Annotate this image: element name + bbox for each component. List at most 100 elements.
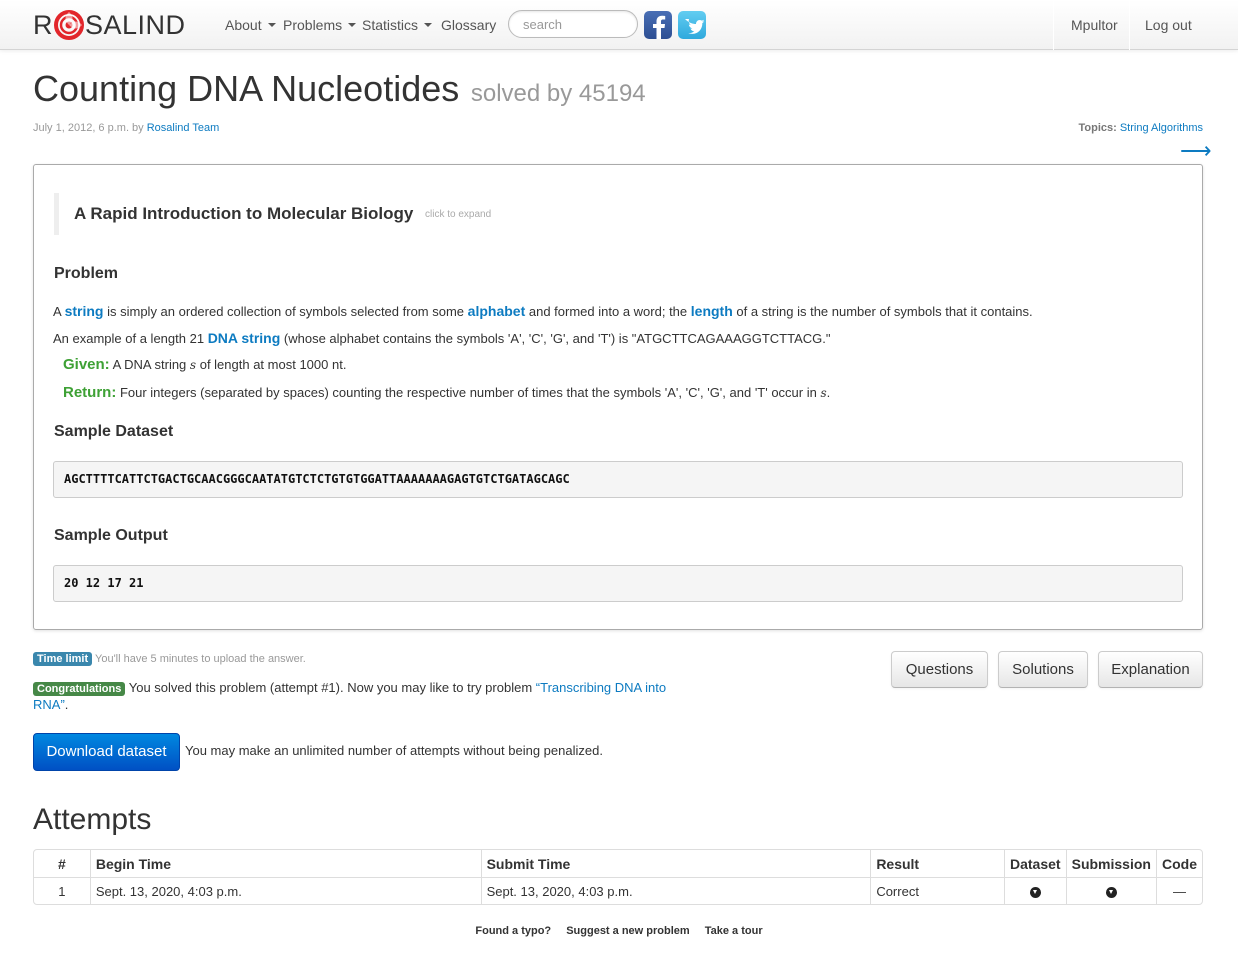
questions-button[interactable]: Questions <box>891 651 988 688</box>
glossary-link-alphabet[interactable]: alphabet <box>468 303 526 319</box>
nav-statistics[interactable]: Statistics <box>362 17 433 33</box>
attempt-begin-time: Sept. 13, 2020, 4:03 p.m. <box>89 877 481 904</box>
topic-link-string-algorithms[interactable]: String Algorithms <box>1120 122 1203 134</box>
intro-title: A Rapid Introduction to Molecular Biolog… <box>74 204 414 223</box>
footer: Found a typo? Suggest a new problem Take… <box>0 925 1238 937</box>
user-menu[interactable]: Mpultor <box>1071 17 1118 33</box>
chevron-down-icon <box>424 23 433 27</box>
user-name: Mpultor <box>1071 17 1118 33</box>
glossary-link-length[interactable]: length <box>691 303 733 319</box>
download-dataset-icon[interactable] <box>1029 886 1041 898</box>
congrats-badge: Congratulations <box>33 682 126 696</box>
problem-paragraph-1: A string is simply an ordered collection… <box>53 303 1033 319</box>
text: An example of a length 21 <box>53 331 205 346</box>
glossary-link-string[interactable]: string <box>65 303 104 319</box>
nav-glossary-label: Glossary <box>441 17 497 33</box>
attempts-table: # Begin Time Submit Time Result Dataset … <box>33 849 1203 905</box>
given-label: Given: <box>63 356 110 373</box>
text: of length at most 1000 nt. <box>199 357 347 372</box>
topics-label: Topics: <box>1078 122 1117 134</box>
table-row: 1 Sept. 13, 2020, 4:03 p.m. Sept. 13, 20… <box>34 877 1202 904</box>
sample-dataset: AGCTTTTCATTCTGACTGCAACGGGCAATATGTCTCTGTG… <box>53 461 1183 498</box>
text: . <box>826 385 831 400</box>
col-number: # <box>58 855 66 872</box>
sample-output-heading: Sample Output <box>54 527 168 544</box>
footer-link-typo[interactable]: Found a typo? <box>475 925 551 937</box>
attempts-note: You may make an unlimited number of atte… <box>185 743 603 758</box>
given-line: Given: A DNA string s of length at most … <box>63 356 346 373</box>
page-title-row: Counting DNA Nucleotides solved by 45194 <box>33 68 646 110</box>
attempt-result: Correct <box>870 877 1004 904</box>
sample-dataset-heading: Sample Dataset <box>54 423 174 440</box>
dataset-download-cell <box>1004 877 1066 904</box>
congrats-text: You solved this problem (attempt #1). No… <box>128 680 533 695</box>
nav-divider <box>1129 0 1130 50</box>
text: (whose alphabet contains the symbols 'A'… <box>283 331 831 346</box>
nav-problems[interactable]: Problems <box>283 17 357 33</box>
download-dataset-button[interactable]: Download dataset <box>33 733 180 771</box>
topics: Topics: String Algorithms <box>1078 122 1203 134</box>
attempt-code: — <box>1156 877 1202 904</box>
submission-download-cell <box>1065 877 1156 904</box>
brand-letter-r: R <box>33 9 53 40</box>
chevron-down-icon <box>348 23 357 27</box>
col-dataset: Dataset <box>1004 850 1066 877</box>
download-submission-icon[interactable] <box>1105 886 1117 898</box>
footer-link-suggest-problem[interactable]: Suggest a new problem <box>566 925 689 937</box>
brand-wordmark: SALIND <box>85 9 186 40</box>
problem-paragraph-2: An example of a length 21 DNA string (wh… <box>53 330 831 346</box>
attempt-submit-time: Sept. 13, 2020, 4:03 p.m. <box>480 877 871 904</box>
time-limit-row: Time limit You'll have 5 minutes to uplo… <box>33 652 306 666</box>
nav-statistics-label: Statistics <box>362 17 419 33</box>
text: A <box>53 304 61 319</box>
table-header-row: # Begin Time Submit Time Result Dataset … <box>34 850 1202 877</box>
next-problem-arrow-icon[interactable]: ⟶ <box>1180 140 1212 162</box>
nav-about[interactable]: About <box>225 17 276 33</box>
problem-box: A Rapid Introduction to Molecular Biolog… <box>33 164 1203 630</box>
problem-meta: July 1, 2012, 6 p.m. by Rosalind Team <box>33 122 219 134</box>
intro-expander[interactable]: A Rapid Introduction to Molecular Biolog… <box>54 193 491 235</box>
math-variable: s <box>189 358 197 372</box>
solved-count: solved by 45194 <box>470 80 646 107</box>
nav-about-label: About <box>225 17 262 33</box>
rosalind-logo[interactable]: R SALIND <box>33 8 186 42</box>
rosalind-rose-icon <box>54 10 84 40</box>
col-code: Code <box>1156 850 1202 877</box>
attempts-heading: Attempts <box>33 803 152 836</box>
nav-glossary[interactable]: Glossary <box>441 17 496 33</box>
text: Four integers (separated by spaces) coun… <box>119 385 817 400</box>
logout-label: Log out <box>1145 17 1192 33</box>
text: and formed into a word; the <box>528 304 688 319</box>
col-submission: Submission <box>1065 850 1156 877</box>
twitter-icon[interactable] <box>678 11 706 39</box>
glossary-link-dna-string[interactable]: DNA string <box>208 330 281 346</box>
explanation-button[interactable]: Explanation <box>1098 651 1203 688</box>
text: . <box>64 697 69 712</box>
nav-divider <box>1053 0 1054 50</box>
nav-problems-label: Problems <box>283 17 343 33</box>
problem-heading: Problem <box>54 265 119 282</box>
page-title: Counting DNA Nucleotides <box>33 68 460 109</box>
col-submit-time: Submit Time <box>480 850 871 877</box>
congrats-row: Congratulations You solved this problem … <box>33 679 693 713</box>
col-begin-time: Begin Time <box>89 850 481 877</box>
footer-link-take-tour[interactable]: Take a tour <box>705 925 763 937</box>
top-navbar: R SALIND About Problems Statistics Gloss… <box>0 0 1238 50</box>
time-limit-text: You'll have 5 minutes to upload the answ… <box>95 653 306 665</box>
text: A DNA string <box>112 357 187 372</box>
logout-link[interactable]: Log out <box>1145 17 1192 33</box>
col-result: Result <box>870 850 1004 877</box>
text: is simply an ordered collection of symbo… <box>107 304 465 319</box>
search-input[interactable] <box>508 10 638 38</box>
solutions-button[interactable]: Solutions <box>998 651 1088 688</box>
publish-date: July 1, 2012, 6 p.m. by <box>33 122 144 134</box>
attempt-number: 1 <box>34 877 90 904</box>
return-label: Return: <box>63 384 117 401</box>
time-limit-badge: Time limit <box>33 652 93 666</box>
chevron-down-icon <box>267 23 276 27</box>
author-link[interactable]: Rosalind Team <box>147 122 220 134</box>
return-line: Return: Four integers (separated by spac… <box>63 384 830 401</box>
intro-hint: click to expand <box>425 209 492 221</box>
facebook-icon[interactable] <box>644 11 672 40</box>
sample-output: 20 12 17 21 <box>53 565 1183 602</box>
